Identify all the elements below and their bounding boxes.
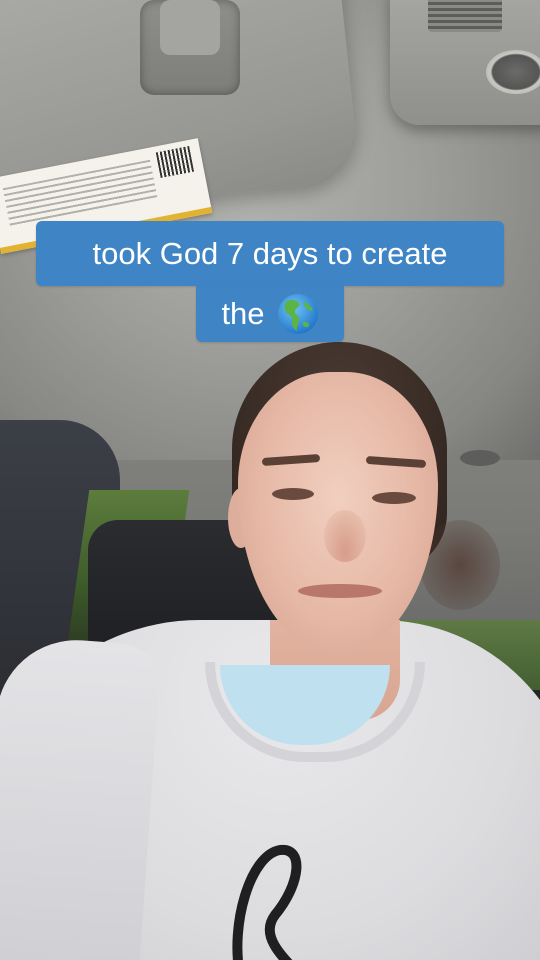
- sweatshirt-print: [232, 844, 302, 960]
- console-grille: [428, 0, 502, 32]
- left-eye: [272, 488, 314, 500]
- caption-line-2: the: [196, 286, 344, 342]
- caption-line-1-text: took God 7 days to create: [92, 235, 448, 271]
- video-frame[interactable]: took God 7 days to create the: [0, 0, 540, 960]
- mouth: [298, 584, 382, 598]
- dome-light: [486, 50, 540, 94]
- rear-ceiling-lamp: [460, 450, 500, 466]
- globe-americas-icon: [277, 294, 318, 334]
- visor-clip-inner: [160, 0, 220, 55]
- nose: [324, 510, 366, 562]
- overhead-console: [390, 0, 540, 125]
- arm: [0, 634, 162, 960]
- caption-line-2-text: the: [221, 296, 265, 331]
- sticker-barcode: [155, 145, 195, 178]
- right-eye: [372, 492, 416, 504]
- caption-line-1: took God 7 days to create: [36, 221, 504, 286]
